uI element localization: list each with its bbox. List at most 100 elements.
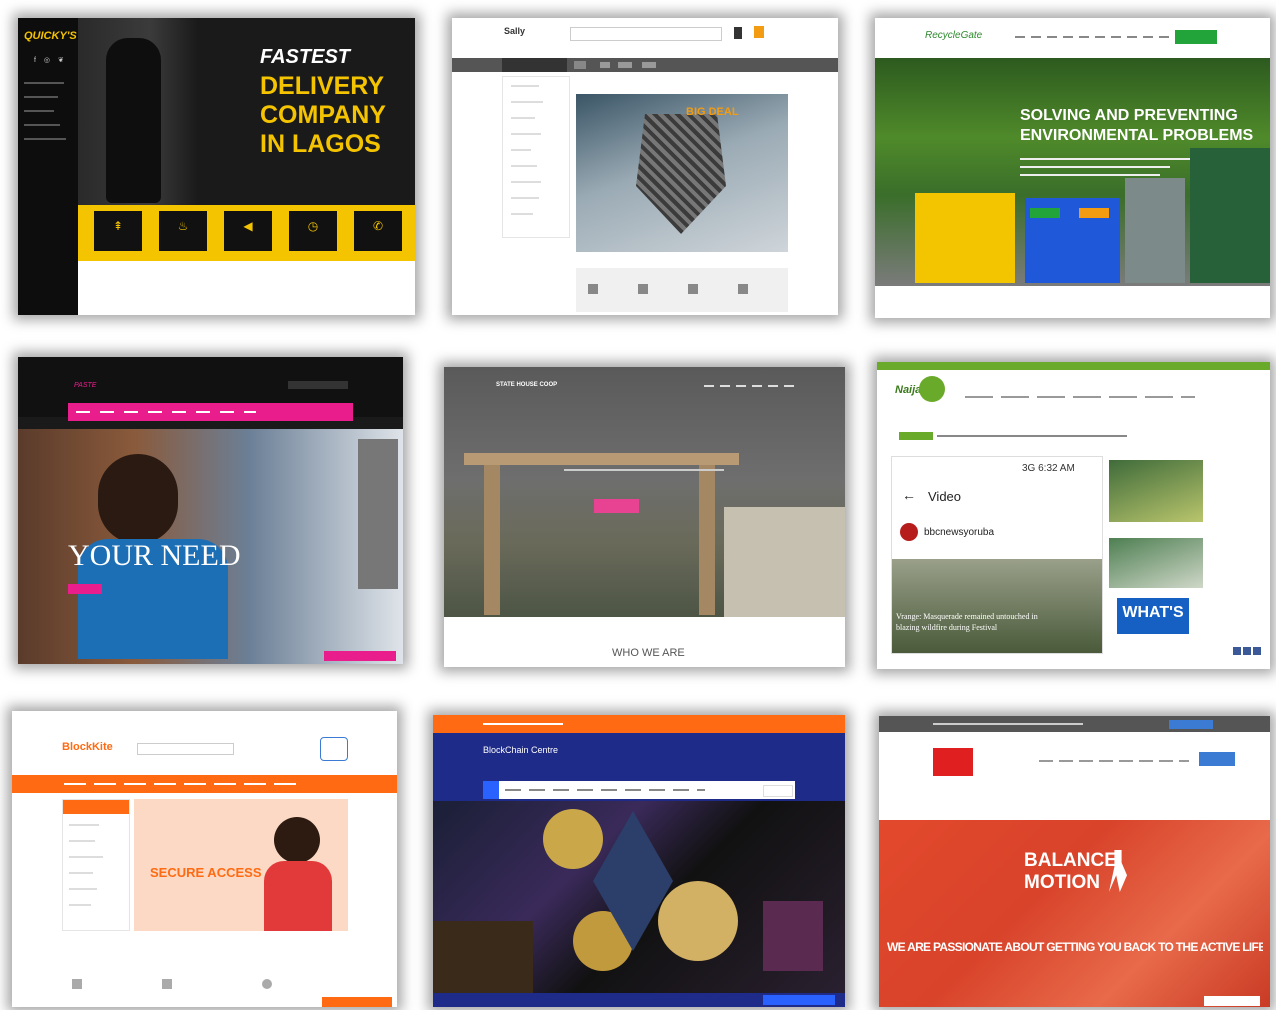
shipping-icon [162, 979, 172, 989]
hero-image: BALANCE MOTION WE ARE PASSIONATE ABOUT G… [879, 820, 1270, 1007]
search-input[interactable] [763, 785, 793, 797]
child-photo [274, 817, 320, 863]
screenshot-tile-kids-shop: BlockKite SECURE ACCESS [12, 711, 397, 1007]
phone-icon [754, 26, 764, 38]
top-bar-button[interactable] [1169, 720, 1213, 729]
chat-button[interactable] [763, 995, 835, 1005]
book-button[interactable] [1199, 752, 1235, 766]
hero-collage [433, 801, 845, 993]
cta-button[interactable] [1175, 30, 1217, 44]
hero-tagline: WE ARE PASSIONATE ABOUT GETTING YOU BACK… [887, 940, 1263, 954]
top-bar [877, 362, 1270, 370]
page-body [78, 261, 415, 315]
nav-item[interactable] [600, 62, 610, 68]
phone-icon[interactable]: ✆ [354, 211, 402, 251]
gift-icon [738, 284, 748, 294]
site-logo: Naija [895, 384, 922, 396]
hero-headline-line-1: BALANCE [1024, 850, 1117, 871]
hero-image: STATE HOUSE COOP [444, 367, 845, 617]
video-thumbnail: Vrange: Masquerade remained untouched in… [892, 559, 1102, 653]
category-list [62, 799, 130, 931]
nav-bar [483, 781, 795, 799]
screenshot-tile-physio: BALANCE MOTION WE ARE PASSIONATE ABOUT G… [879, 716, 1270, 1007]
nav-bar [452, 58, 838, 72]
screenshot-tile-recycle: RecycleGate SOLVING AND PREVENTING ENVIR… [875, 18, 1270, 318]
news-thumbnail[interactable] [1109, 460, 1203, 522]
features-row [576, 268, 788, 312]
hero-headline: SOLVING AND PREVENTING ENVIRONMENTAL PRO… [1020, 106, 1253, 146]
site-logo: RecycleGate [925, 30, 983, 41]
hero-image: SOLVING AND PREVENTING ENVIRONMENTAL PRO… [875, 58, 1270, 286]
screenshot-tile-coop: STATE HOUSE COOP WHO WE ARE [444, 367, 845, 667]
hero-headline-line-2: ENVIRONMENTAL PROBLEMS [1020, 127, 1254, 144]
fire-icon[interactable]: ♨ [159, 211, 207, 251]
banner-image: BIG DEAL [576, 94, 788, 252]
header: RecycleGate [875, 18, 1270, 58]
hero-button-primary[interactable] [1030, 208, 1060, 218]
hero-button-secondary[interactable] [1079, 208, 1109, 218]
site-logo-badge [933, 748, 973, 776]
channel-avatar [900, 523, 918, 541]
chat-button[interactable] [324, 651, 396, 661]
headline-line-4: IN LAGOS [260, 130, 381, 158]
top-bar [879, 716, 1270, 732]
chat-button[interactable] [322, 997, 392, 1007]
video-label: Video [928, 489, 962, 504]
category-list [502, 76, 570, 238]
social-icons[interactable]: f ◎ ❦ [34, 56, 67, 64]
breaking-news-badge [899, 432, 933, 440]
nav-item[interactable] [574, 61, 586, 69]
features-row [62, 969, 348, 999]
search-input[interactable] [288, 381, 348, 389]
signpost-icon[interactable]: ⇞ [94, 211, 142, 251]
search-input[interactable] [570, 27, 722, 41]
screenshot-tile-blockchain: BlockChain Centre [433, 715, 845, 1007]
hero-button[interactable] [594, 499, 639, 513]
gate-arch [464, 453, 739, 465]
social-share-icons[interactable] [1233, 647, 1263, 655]
video-embed[interactable]: 3G 6:32 AM ← Video bbcnewsyoruba Vrange:… [891, 456, 1103, 654]
nav-item[interactable] [642, 62, 656, 68]
banner-text: BIG DEAL [686, 106, 739, 118]
screenshot-tile-learning: PASTE YOUR NEED [18, 357, 403, 664]
back-arrow-icon[interactable]: ← [902, 487, 916, 503]
support-icon [262, 979, 272, 989]
sidebar: QUICKY'S f ◎ ❦ [18, 18, 78, 315]
support-icon [688, 284, 698, 294]
hero-button[interactable] [68, 584, 102, 594]
site-logo: QUICKY'S [24, 30, 77, 42]
truck-icon [72, 979, 82, 989]
nav-item[interactable] [618, 62, 632, 68]
category-header [63, 800, 129, 814]
all-categories-button[interactable] [502, 58, 567, 72]
truck-icon [588, 284, 598, 294]
status-time: 3G 6:32 AM [1022, 463, 1075, 474]
megaphone-icon[interactable]: ◀ [224, 211, 272, 251]
search-input[interactable] [137, 743, 234, 755]
money-icon [638, 284, 648, 294]
rider-photo [78, 18, 198, 208]
chat-button[interactable] [1204, 996, 1260, 1006]
headline-line-2: DELIVERY [260, 72, 385, 100]
hero-headline: YOUR NEED [68, 539, 241, 572]
service-strip: ⇞ ♨ ◀ ◷ ✆ [78, 205, 415, 261]
cart-icon[interactable] [734, 27, 742, 39]
site-logo: BlockChain Centre [483, 745, 559, 755]
home-button[interactable] [483, 781, 499, 799]
headline-line-3: COMPANY [260, 101, 386, 129]
video-caption: Vrange: Masquerade remained untouched in… [896, 612, 1038, 632]
headline-line-1: FASTEST [260, 46, 351, 68]
partner-logo [320, 737, 348, 761]
whats-banner: WHAT'S [1117, 598, 1189, 634]
site-logo: PASTE [74, 382, 97, 389]
channel-name: bbcnewsyoruba [924, 527, 995, 538]
nav-bar [68, 403, 353, 421]
news-thumbnail[interactable] [1109, 538, 1203, 588]
top-bar [433, 715, 845, 733]
hero-headline-line-1: SOLVING AND PREVENTING [1020, 107, 1238, 124]
screenshot-tile-shop: Sally BIG DEAL [452, 18, 838, 315]
clock-icon[interactable]: ◷ [289, 211, 337, 251]
section-title: WHO WE ARE [612, 647, 685, 659]
hero-headline-line-2: MOTION [1024, 872, 1100, 893]
hero-headline: BALANCE MOTION [1024, 850, 1117, 894]
